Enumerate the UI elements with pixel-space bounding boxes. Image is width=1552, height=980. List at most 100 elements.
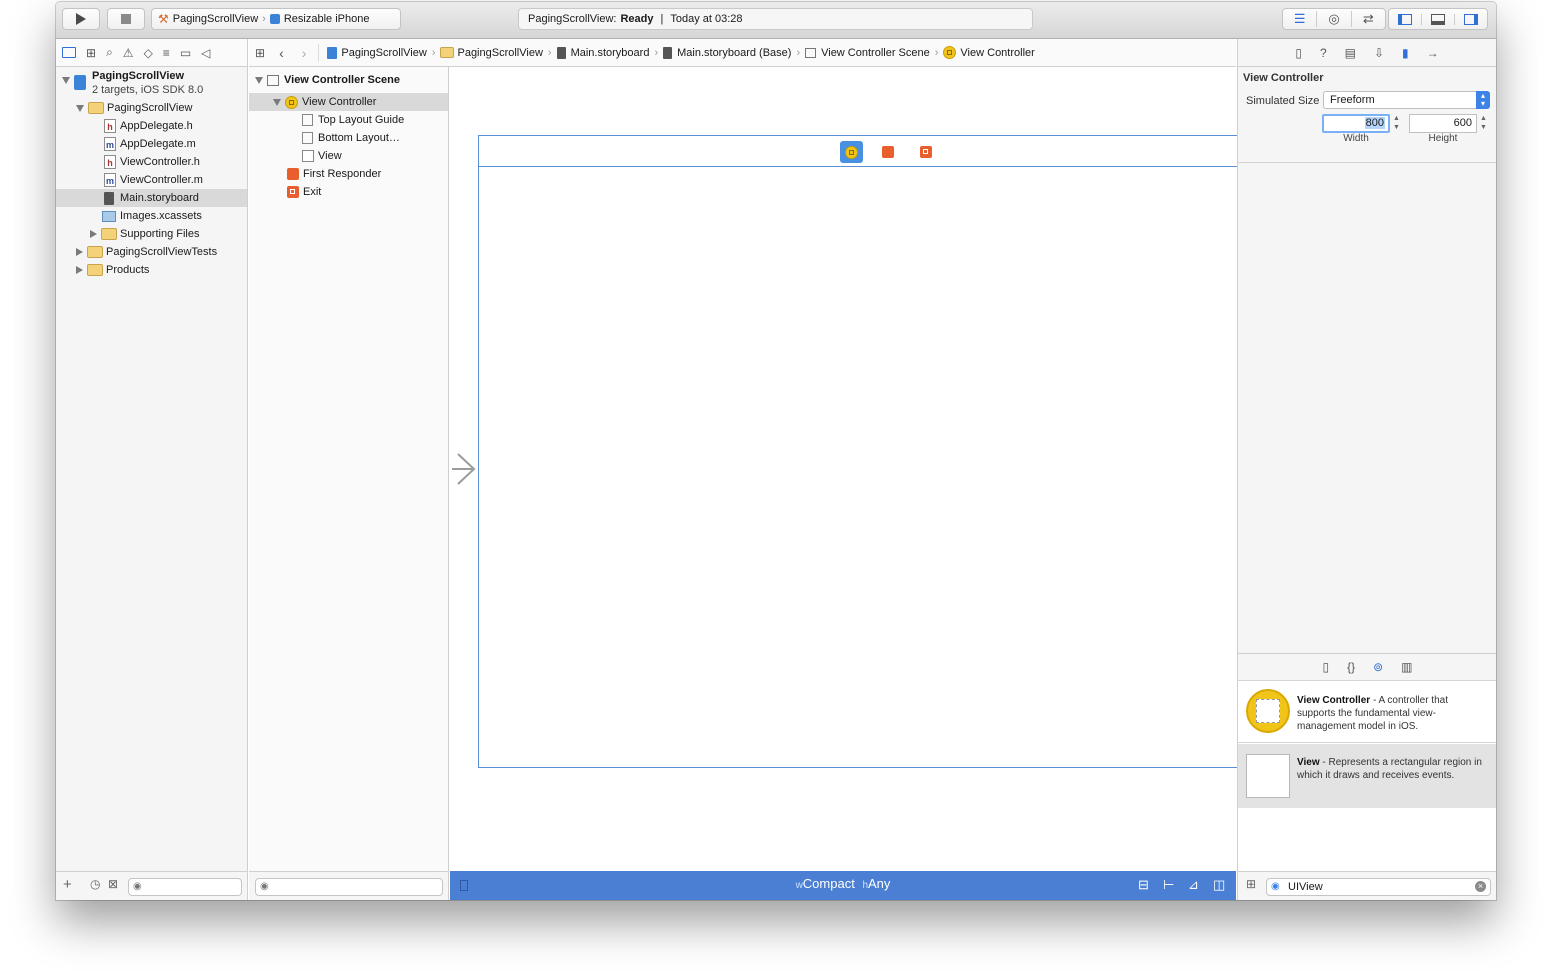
resizing-icon[interactable]: ◫ xyxy=(1213,877,1225,893)
outline-top-layout-row[interactable]: Top Layout Guide xyxy=(302,111,404,129)
quick-help-icon[interactable]: ? xyxy=(1320,46,1327,60)
file-row[interactable]: h AppDelegate.h xyxy=(104,117,193,135)
utilities-toggle-icon[interactable] xyxy=(1454,13,1487,25)
dock-exit-icon[interactable] xyxy=(920,146,932,158)
breadcrumb-item-storyboard[interactable]: Main.storyboard xyxy=(571,47,650,59)
size-class-bar[interactable]: wCompact hAny ⊟ ⊢ ⊿ ◫ xyxy=(450,871,1236,900)
debug-toggle-icon[interactable] xyxy=(1421,13,1454,25)
file-name: ViewController.h xyxy=(120,156,200,168)
storyboard-file-icon xyxy=(663,46,673,59)
file-row[interactable]: m AppDelegate.m xyxy=(104,135,196,153)
identity-inspector-icon[interactable]: ▤ xyxy=(1345,46,1356,60)
disclosure-down-icon[interactable] xyxy=(76,104,84,112)
view-icon xyxy=(1246,754,1290,798)
disclosure-down-icon[interactable] xyxy=(62,77,70,84)
stop-button[interactable] xyxy=(107,8,145,30)
align-icon[interactable]: ⊟ xyxy=(1138,877,1149,893)
disclosure-right-icon[interactable] xyxy=(76,248,83,256)
simulated-size-select[interactable]: Freeform ▴ ▾ xyxy=(1323,91,1490,109)
group-row-main[interactable]: PagingScrollView xyxy=(76,99,192,117)
run-button[interactable] xyxy=(62,8,100,30)
find-nav-icon[interactable]: ⌕ xyxy=(106,45,113,60)
outline-first-responder-row[interactable]: First Responder xyxy=(287,165,381,183)
breadcrumb-item-project[interactable]: PagingScrollView xyxy=(341,47,426,59)
storyboard-canvas[interactable] xyxy=(450,67,1238,871)
dock-first-responder-icon[interactable] xyxy=(882,146,894,158)
navigator-toggle-icon[interactable] xyxy=(1389,13,1421,25)
outline-bottom-layout-row[interactable]: Bottom Layout… xyxy=(302,129,400,147)
connections-inspector-icon[interactable]: → xyxy=(1427,46,1439,60)
add-icon[interactable]: + xyxy=(63,876,72,893)
test-nav-icon[interactable]: ◇ xyxy=(144,46,153,60)
forward-arrow-icon[interactable]: › xyxy=(302,45,307,61)
library-item-selected[interactable]: View - Represents a rectangular region i… xyxy=(1238,744,1496,808)
disclosure-down-icon[interactable] xyxy=(273,98,281,106)
scheme-name[interactable]: PagingScrollView xyxy=(173,13,258,25)
disclosure-down-icon[interactable] xyxy=(255,76,263,84)
issue-nav-icon[interactable]: ⚠ xyxy=(123,46,134,60)
project-root-row[interactable]: PagingScrollView 2 targets, iOS SDK 8.0 xyxy=(62,69,203,97)
navigator-filter-input[interactable]: ◉ xyxy=(128,878,242,896)
folder-icon xyxy=(88,102,104,114)
breadcrumb-item-storyboard-base[interactable]: Main.storyboard (Base) xyxy=(677,47,791,59)
document-outline: View Controller Scene View Controller To… xyxy=(249,67,449,871)
disclosure-right-icon[interactable] xyxy=(90,230,97,238)
breadcrumb-item-scene[interactable]: View Controller Scene xyxy=(821,47,930,59)
file-row[interactable]: m ViewController.m xyxy=(104,171,203,189)
layout-guide-icon xyxy=(302,132,313,144)
height-stepper-icon[interactable]: ▲ ▼ xyxy=(1480,114,1487,132)
group-row-products[interactable]: Products xyxy=(76,261,149,279)
height-field[interactable]: 600 xyxy=(1409,114,1477,133)
log-nav-icon[interactable]: ◁ xyxy=(201,46,210,60)
view-controller-scene[interactable] xyxy=(478,166,1238,768)
breadcrumb-item-group[interactable]: PagingScrollView xyxy=(457,47,542,59)
scheme-selector[interactable]: ⚒ PagingScrollView › Resizable iPhone xyxy=(151,8,401,30)
outline-scene-row[interactable]: View Controller Scene xyxy=(255,71,400,89)
file-row[interactable]: Images.xcassets xyxy=(102,207,202,225)
file-row-selected[interactable]: Main.storyboard xyxy=(56,189,247,207)
version-editor-icon[interactable]: ⇄ xyxy=(1350,11,1385,27)
code-snippet-icon[interactable]: {} xyxy=(1347,660,1355,674)
related-items-icon[interactable]: ⊞ xyxy=(255,46,265,60)
resolve-issues-icon[interactable]: ⊿ xyxy=(1188,877,1199,893)
debug-nav-icon[interactable]: ≡ xyxy=(163,46,170,60)
group-row-tests[interactable]: PagingScrollViewTests xyxy=(76,243,217,261)
chevron-right-icon: › xyxy=(654,46,659,59)
object-library-icon[interactable]: ⊚ xyxy=(1373,660,1383,674)
back-arrow-icon[interactable]: ‹ xyxy=(279,45,284,61)
breadcrumb-item-view-controller[interactable]: View Controller xyxy=(960,47,1034,59)
destination-name[interactable]: Resizable iPhone xyxy=(284,13,370,25)
standard-editor-icon[interactable]: ☰ xyxy=(1283,11,1316,27)
library-item[interactable]: View Controller - A controller that supp… xyxy=(1238,682,1496,743)
file-inspector-icon[interactable]: ▯ xyxy=(1295,46,1302,60)
grid-view-icon[interactable]: ⊞ xyxy=(1246,877,1256,891)
media-library-icon[interactable]: ▥ xyxy=(1401,660,1412,674)
assistant-editor-icon[interactable]: ◎ xyxy=(1316,11,1350,27)
size-class-control[interactable]: wCompact hAny xyxy=(450,876,1236,891)
size-inspector-icon[interactable]: ▮ xyxy=(1402,46,1409,60)
breadcrumb: PagingScrollView › PagingScrollView › Ma… xyxy=(318,43,1035,62)
folder-nav-icon[interactable] xyxy=(62,47,76,58)
disclosure-right-icon[interactable] xyxy=(76,266,83,274)
breakpoint-nav-icon[interactable]: ▭ xyxy=(180,46,191,60)
outline-view-controller-row[interactable]: View Controller xyxy=(249,93,448,111)
outline-exit-row[interactable]: Exit xyxy=(287,183,321,201)
size-inspector: View Controller Simulated Size Freeform … xyxy=(1237,67,1496,654)
library-search-input[interactable]: ◉ UIView × xyxy=(1266,878,1491,896)
outline-filter-input[interactable]: ◉ xyxy=(255,878,443,896)
symbol-nav-icon[interactable]: ⊞ xyxy=(86,46,96,60)
group-row-supporting[interactable]: Supporting Files xyxy=(90,225,200,243)
play-icon xyxy=(76,13,86,25)
layout-guide-icon xyxy=(302,114,313,126)
clear-search-icon[interactable]: × xyxy=(1475,881,1486,892)
dock-view-controller-button[interactable] xyxy=(840,141,863,163)
width-stepper-icon[interactable]: ▲ ▼ xyxy=(1393,114,1400,132)
width-field[interactable]: 800 xyxy=(1322,114,1390,133)
outline-view-row[interactable]: View xyxy=(302,147,342,165)
pin-icon[interactable]: ⊢ xyxy=(1163,877,1174,893)
file-row[interactable]: h ViewController.h xyxy=(104,153,200,171)
attributes-inspector-icon[interactable]: ⇩ xyxy=(1374,46,1384,60)
file-template-icon[interactable]: ▯ xyxy=(1322,660,1329,674)
source-control-filter-icon[interactable]: ⊠ xyxy=(108,877,118,891)
recent-files-icon[interactable]: ◷ xyxy=(90,877,100,891)
